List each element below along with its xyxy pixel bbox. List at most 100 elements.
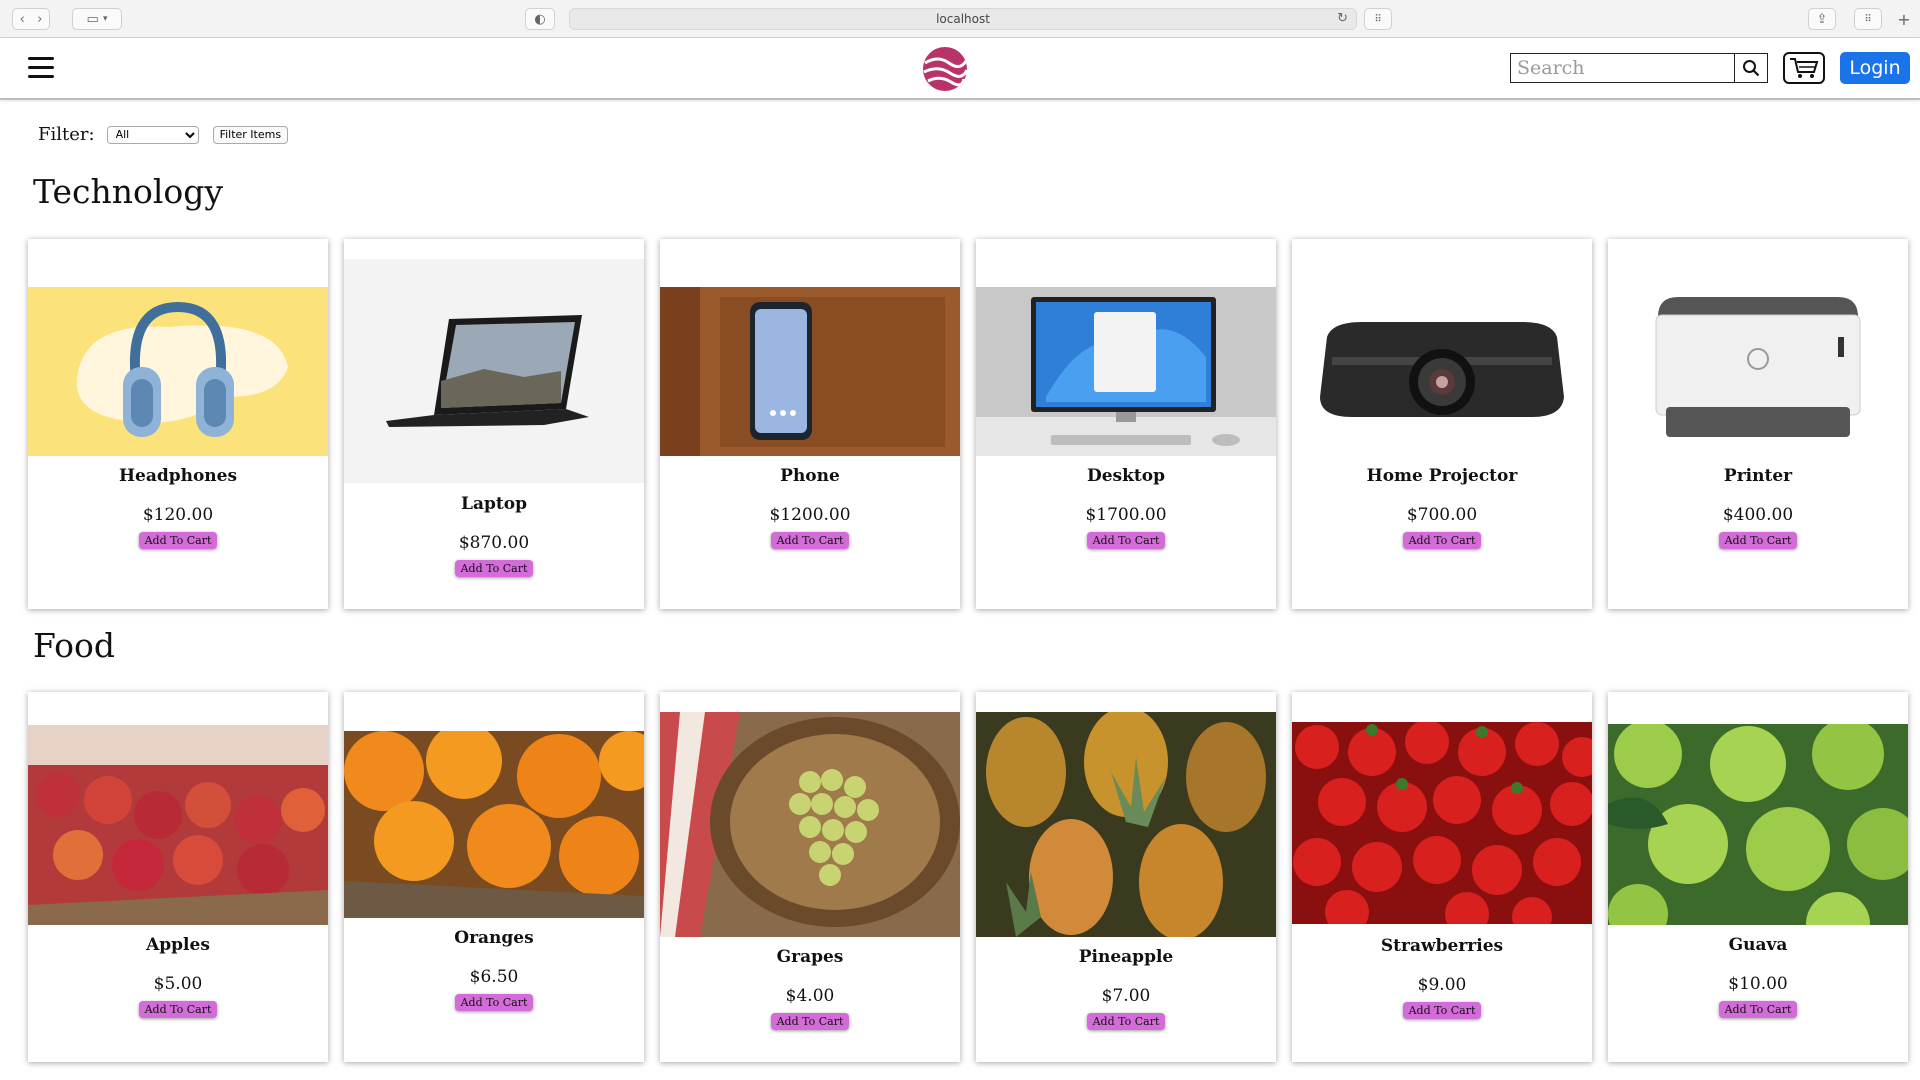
product-info: Phone $1200.00 Add To Cart (660, 466, 960, 549)
product-name: Desktop (1087, 466, 1165, 486)
product-price: $6.50 (469, 967, 519, 987)
product-card-grapes: Grapes $4.00 Add To Cart (660, 692, 960, 1062)
url-text: localhost (936, 12, 990, 26)
product-card-printer: Printer $400.00 Add To Cart (1608, 239, 1908, 609)
product-info: Grapes $4.00 Add To Cart (660, 947, 960, 1030)
product-info: Apples $5.00 Add To Cart (28, 935, 328, 1018)
strawberries-image (1292, 722, 1592, 924)
product-price: $5.00 (153, 974, 203, 994)
extensions-button[interactable]: ⠿ (1854, 8, 1882, 30)
privacy-button[interactable]: ◐ (525, 8, 555, 30)
product-info: Oranges $6.50 Add To Cart (344, 928, 644, 1011)
add-to-cart-button[interactable]: Add To Cart (770, 532, 850, 549)
product-card-oranges: Oranges $6.50 Add To Cart (344, 692, 644, 1062)
product-info: Headphones $120.00 Add To Cart (28, 466, 328, 549)
grapes-image (660, 712, 960, 937)
oranges-image (344, 731, 644, 918)
desktop-image (976, 287, 1276, 456)
product-price: $120.00 (142, 505, 214, 525)
browser-toolbar: ‹ › ▭ ▾ ◐ localhost ↻ ⠿ ⇪ ⠿ + (0, 0, 1920, 38)
add-to-cart-button[interactable]: Add To Cart (770, 1013, 850, 1030)
product-card-guava: Guava $10.00 Add To Cart (1608, 692, 1908, 1062)
shield-icon: ◐ (534, 11, 546, 27)
logo-icon[interactable] (922, 46, 968, 92)
product-info: Printer $400.00 Add To Cart (1608, 466, 1908, 549)
add-to-cart-button[interactable]: Add To Cart (1086, 532, 1166, 549)
plus-icon: + (1897, 9, 1911, 29)
phone-image (660, 287, 960, 456)
tab-overview-button[interactable]: ⠿ (1364, 8, 1392, 30)
apples-image (28, 725, 328, 925)
add-to-cart-button[interactable]: Add To Cart (1086, 1013, 1166, 1030)
product-info: Pineapple $7.00 Add To Cart (976, 947, 1276, 1030)
product-info: Laptop $870.00 Add To Cart (344, 494, 644, 577)
forward-icon[interactable]: › (37, 12, 42, 27)
filter-items-button[interactable]: Filter Items (212, 125, 289, 144)
product-price: $9.00 (1417, 975, 1467, 995)
search-input[interactable] (1510, 53, 1734, 83)
product-card-strawberries: Strawberries $9.00 Add To Cart (1292, 692, 1592, 1062)
guava-image (1608, 724, 1908, 925)
product-price: $1700.00 (1085, 505, 1167, 525)
product-grid-food: Apples $5.00 Add To Cart Oranges $6.50 A… (28, 692, 1908, 1062)
product-price: $400.00 (1722, 505, 1794, 525)
back-icon[interactable]: ‹ (20, 12, 25, 27)
add-to-cart-button[interactable]: Add To Cart (454, 560, 534, 577)
section-title-technology: Technology (33, 172, 224, 211)
filter-select[interactable]: All (106, 125, 199, 144)
product-card-headphones: Headphones $120.00 Add To Cart (28, 239, 328, 609)
product-info: Desktop $1700.00 Add To Cart (976, 466, 1276, 549)
share-button[interactable]: ⇪ (1808, 8, 1836, 30)
share-icon: ⇪ (1816, 11, 1828, 27)
site-header: Login (0, 38, 1920, 100)
back-forward-buttons[interactable]: ‹ › (12, 8, 50, 30)
product-price: $4.00 (785, 986, 835, 1006)
product-price: $870.00 (458, 533, 530, 553)
add-to-cart-button[interactable]: Add To Cart (1402, 1002, 1482, 1019)
product-price: $10.00 (1728, 974, 1788, 994)
projector-image (1292, 287, 1592, 456)
product-price: $7.00 (1101, 986, 1151, 1006)
chevron-down-icon: ▾ (102, 14, 108, 24)
product-name: Pineapple (1078, 947, 1174, 967)
printer-image (1608, 287, 1908, 456)
apps-grid-icon: ⠿ (1864, 13, 1872, 25)
product-price: $700.00 (1406, 505, 1478, 525)
address-bar[interactable]: localhost ↻ (569, 8, 1357, 30)
search-box (1510, 53, 1768, 83)
laptop-image (344, 259, 644, 483)
section-title-food: Food (33, 626, 115, 665)
product-name: Headphones (118, 466, 238, 486)
menu-icon[interactable] (28, 57, 54, 79)
grid-dots-icon: ⠿ (1374, 13, 1382, 25)
add-to-cart-button[interactable]: Add To Cart (1718, 532, 1798, 549)
product-card-phone: Phone $1200.00 Add To Cart (660, 239, 960, 609)
product-name: Grapes (776, 947, 844, 967)
product-price: $1200.00 (769, 505, 851, 525)
filter-bar: Filter: All Filter Items (38, 124, 289, 145)
sidebar-icon: ▭ (86, 11, 99, 27)
search-button[interactable] (1734, 53, 1768, 83)
product-name: Printer (1723, 466, 1793, 486)
add-to-cart-button[interactable]: Add To Cart (1402, 532, 1482, 549)
add-to-cart-button[interactable]: Add To Cart (454, 994, 534, 1011)
search-icon (1743, 60, 1760, 77)
login-button[interactable]: Login (1840, 52, 1910, 84)
product-card-home-projector: Home Projector $700.00 Add To Cart (1292, 239, 1592, 609)
product-name: Laptop (461, 494, 527, 514)
add-to-cart-button[interactable]: Add To Cart (138, 532, 218, 549)
product-name: Home Projector (1366, 466, 1518, 486)
sidebar-toggle-button[interactable]: ▭ ▾ (72, 8, 122, 30)
reload-icon[interactable]: ↻ (1337, 11, 1348, 26)
product-info: Home Projector $700.00 Add To Cart (1292, 466, 1592, 549)
add-to-cart-button[interactable]: Add To Cart (138, 1001, 218, 1018)
product-card-apples: Apples $5.00 Add To Cart (28, 692, 328, 1062)
cart-icon (1790, 58, 1819, 78)
cart-button[interactable] (1783, 52, 1825, 84)
product-card-desktop: Desktop $1700.00 Add To Cart (976, 239, 1276, 609)
product-grid-technology: Headphones $120.00 Add To Cart Laptop $8… (28, 239, 1908, 609)
new-tab-button[interactable]: + (1894, 8, 1914, 30)
filter-label: Filter: (38, 124, 95, 145)
product-info: Strawberries $9.00 Add To Cart (1292, 936, 1592, 1019)
add-to-cart-button[interactable]: Add To Cart (1718, 1001, 1798, 1018)
